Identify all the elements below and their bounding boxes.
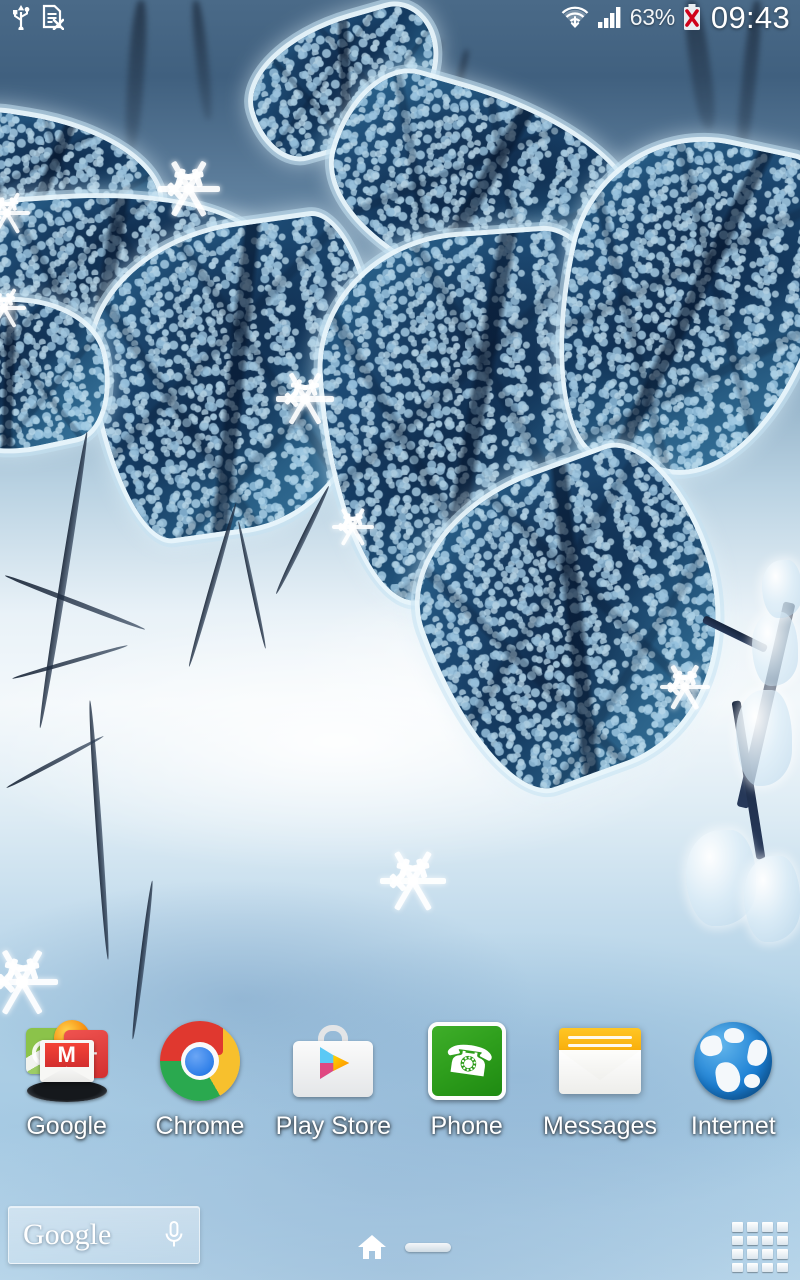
- twig: [5, 734, 105, 790]
- twig: [36, 431, 91, 729]
- ice-formation: [744, 856, 800, 942]
- ice-formation: [752, 612, 798, 686]
- status-bar[interactable]: 63% 09:43: [0, 0, 800, 34]
- twig: [236, 521, 268, 649]
- snowflake-overlay: [0, 190, 30, 236]
- app-label: Google: [26, 1112, 107, 1140]
- ice-formation: [736, 690, 792, 786]
- app-item-phone[interactable]: ☎ Phone: [400, 1010, 533, 1160]
- status-bar-left-icons: [12, 4, 64, 30]
- battery-icon: [683, 4, 700, 30]
- snowflake-overlay: [0, 946, 58, 1018]
- app-drawer-grid-icon[interactable]: [732, 1222, 788, 1272]
- signal-icon: [597, 7, 621, 28]
- navigation-bar: [0, 1218, 800, 1280]
- app-item-google[interactable]: g+ M Google: [0, 1010, 133, 1160]
- app-label: Messages: [543, 1112, 657, 1140]
- app-label: Phone: [430, 1112, 503, 1140]
- play-store-bag: [293, 1025, 374, 1097]
- envelope-icon: [558, 1028, 641, 1094]
- snowflake-overlay: [332, 506, 374, 548]
- no-sim-icon: [42, 4, 64, 30]
- phone-handset: ☎: [427, 1022, 506, 1100]
- app-item-play-store[interactable]: Play Store: [267, 1010, 400, 1160]
- google-folder-icon[interactable]: g+ M: [24, 1018, 110, 1104]
- twig: [11, 643, 129, 681]
- app-label: Play Store: [275, 1112, 391, 1140]
- battery-percent: 63%: [629, 3, 675, 30]
- wifi-icon: [561, 6, 589, 29]
- snowflake-overlay: [380, 848, 446, 914]
- internet-globe-icon[interactable]: [690, 1018, 776, 1104]
- snowflake-overlay: [0, 286, 26, 330]
- recent-apps-icon[interactable]: [405, 1243, 451, 1252]
- android-home-screen: 63% 09:43 g+ M Google: [0, 0, 800, 1280]
- clock: 09:43: [710, 0, 790, 35]
- phone-icon[interactable]: ☎: [424, 1018, 510, 1104]
- app-item-chrome[interactable]: Chrome: [133, 1010, 266, 1160]
- app-label: Internet: [690, 1112, 776, 1140]
- twig: [4, 573, 146, 632]
- app-item-internet[interactable]: Internet: [667, 1010, 800, 1160]
- globe-icon: [694, 1022, 773, 1100]
- app-row: g+ M Google Chrome: [0, 1010, 800, 1160]
- snowflake-overlay: [660, 662, 710, 712]
- app-label: Chrome: [155, 1112, 245, 1140]
- gmail-icon: M: [39, 1040, 94, 1082]
- snowflake-overlay: [276, 370, 334, 428]
- snowflake-overlay: [158, 158, 220, 220]
- chrome-logo: [159, 1021, 240, 1101]
- play-store-icon[interactable]: [290, 1018, 376, 1104]
- folder-base: [26, 1080, 107, 1102]
- home-icon[interactable]: [355, 1230, 389, 1264]
- messages-icon[interactable]: [557, 1018, 643, 1104]
- app-item-messages[interactable]: Messages: [533, 1010, 666, 1160]
- status-bar-right-icons: 63% 09:43: [560, 2, 790, 33]
- ice-formation: [762, 560, 800, 618]
- chrome-icon[interactable]: [157, 1018, 243, 1104]
- usb-icon: [13, 5, 30, 30]
